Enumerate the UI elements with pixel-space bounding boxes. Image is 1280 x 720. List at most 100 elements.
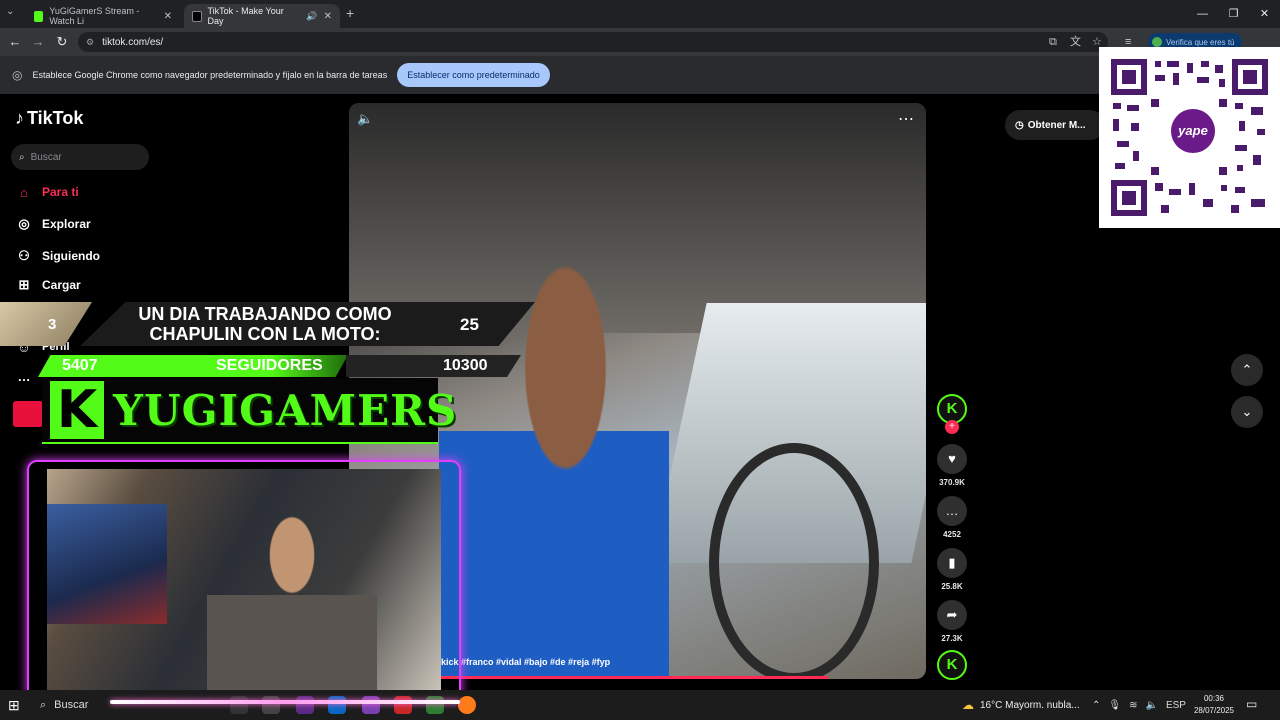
- follower-count: 5407: [62, 357, 98, 374]
- reload-icon[interactable]: ↻: [50, 28, 74, 56]
- forward-icon[interactable]: →: [26, 28, 50, 56]
- overlay-red-block: [13, 401, 43, 427]
- tab-search-icon[interactable]: ⌄: [6, 6, 14, 17]
- taskbar-weather[interactable]: ☁ 16°C Mayorm. nubla...: [962, 690, 1080, 720]
- overlay-rank: 3: [0, 302, 92, 346]
- share-count: 27.3K: [941, 634, 963, 643]
- music-disc[interactable]: K: [934, 650, 970, 680]
- tab-yugigamers[interactable]: YuGiGamerS Stream - Watch Li ✕: [26, 4, 180, 28]
- yape-logo: yape: [1171, 109, 1215, 153]
- maximize-icon[interactable]: ❐: [1218, 0, 1249, 28]
- nav-item-para-ti[interactable]: ⌂ Para ti: [16, 182, 79, 202]
- next-video-button[interactable]: ⌄: [1231, 396, 1263, 428]
- weather-text: 16°C Mayorm. nubla...: [980, 699, 1080, 711]
- previous-video-button[interactable]: ⌃: [1231, 354, 1263, 386]
- tab-tiktok[interactable]: TikTok - Make Your Day 🔊 ✕: [184, 4, 340, 28]
- set-default-button[interactable]: Establecer como predeterminado: [397, 63, 550, 87]
- follow-plus-icon[interactable]: +: [945, 420, 959, 434]
- like-count: 370.9K: [939, 478, 965, 487]
- search-placeholder: Buscar: [30, 151, 62, 163]
- chevron-down-icon: ⌄: [1241, 404, 1253, 419]
- firefox-icon[interactable]: [458, 696, 476, 714]
- more-options-icon[interactable]: ⋯: [898, 109, 914, 129]
- nav-item-cargar[interactable]: ⊞ Cargar: [16, 275, 81, 295]
- nav-item-explorar[interactable]: ◎ Explorar: [16, 214, 91, 234]
- chrome-icon: ◎: [12, 68, 23, 82]
- follower-label: SEGUIDORES: [216, 357, 323, 374]
- overlay-glow-line: [110, 700, 460, 704]
- nav-item-siguiendo[interactable]: ⚇ Siguiendo: [16, 246, 100, 266]
- minimize-icon[interactable]: —: [1187, 0, 1218, 28]
- taskbar-app-icon[interactable]: [262, 696, 280, 714]
- notification-icon[interactable]: ▭: [1246, 697, 1257, 711]
- back-icon[interactable]: ←: [3, 28, 27, 56]
- close-window-icon[interactable]: ✕: [1249, 0, 1280, 28]
- upload-icon: ⊞: [18, 277, 30, 292]
- taskbar-search-label: Buscar: [54, 699, 89, 711]
- tab-title: YuGiGamerS Stream - Watch Li: [49, 6, 140, 26]
- search-icon: ⌕: [40, 698, 47, 711]
- video-hashtags[interactable]: kick #franco #vidal #bajo #de #reja #fyp: [441, 657, 610, 667]
- clock-date: 28/07/2025: [1193, 706, 1235, 715]
- overlay-title: UN DIA TRABAJANDO COMO CHAPULIN CON LA M…: [138, 304, 392, 344]
- profile-avatar-icon: [1152, 37, 1162, 47]
- mic-icon[interactable]: 🎙: [1108, 700, 1121, 711]
- taskbar-search[interactable]: ⌕ Buscar: [34, 694, 184, 716]
- nav-item-more[interactable]: …: [16, 366, 32, 386]
- verify-label: Verifica que eres tú: [1166, 37, 1235, 47]
- comment-button[interactable]: … 4252: [934, 496, 970, 539]
- heart-icon: ♥: [937, 444, 967, 474]
- wifi-icon[interactable]: ≋: [1129, 700, 1137, 711]
- tab-title: TikTok - Make Your Day: [207, 6, 284, 26]
- browser-tab-bar: ⌄ YuGiGamerS Stream - Watch Li ✕ TikTok …: [0, 0, 1280, 28]
- following-icon: ⚇: [18, 248, 30, 263]
- taskbar-app-icon[interactable]: [328, 696, 346, 714]
- new-tab-icon[interactable]: +: [346, 5, 354, 21]
- get-app-button[interactable]: ◷ Obtener M...: [1005, 110, 1105, 140]
- logo-text: TikTok: [27, 108, 84, 128]
- like-button[interactable]: ♥ 370.9K: [934, 444, 970, 487]
- search-input[interactable]: ⌕ Buscar: [11, 144, 149, 170]
- taskbar-app-icon[interactable]: [230, 696, 248, 714]
- webcam-frame: [27, 460, 461, 700]
- nav-label: Siguiendo: [42, 249, 100, 263]
- overlay-title-value: 25: [460, 315, 479, 334]
- taskbar-app-icon[interactable]: [296, 696, 314, 714]
- weather-icon: ☁: [962, 698, 974, 712]
- tiktok-logo[interactable]: ♪ TikTok: [15, 108, 83, 129]
- site-info-icon[interactable]: ⚙: [86, 37, 94, 48]
- translate-icon[interactable]: 文: [1070, 28, 1081, 56]
- volume-icon[interactable]: 🔈: [1145, 700, 1157, 711]
- taskbar-clock[interactable]: 00:36 28/07/2025: [1192, 693, 1236, 717]
- chevron-up-icon[interactable]: ⌃: [1092, 700, 1100, 711]
- windows-start-icon[interactable]: ⊞: [8, 697, 20, 714]
- kick-favicon-icon: [34, 10, 44, 22]
- share-button[interactable]: ➦ 27.3K: [934, 600, 970, 643]
- default-browser-infobar: ◎ Establece Google Chrome como navegador…: [0, 56, 1280, 94]
- speaker-icon[interactable]: 🔊: [306, 11, 317, 22]
- language-indicator[interactable]: ESP: [1166, 700, 1186, 711]
- nav-label: Explorar: [42, 217, 91, 231]
- brand-name: YUGIGAMERS: [113, 386, 458, 435]
- cast-icon[interactable]: ⧉: [1049, 28, 1057, 56]
- taskbar-app-icon[interactable]: [362, 696, 380, 714]
- compass-icon: ◎: [18, 216, 30, 231]
- tiktok-note-icon: ♪: [15, 108, 24, 128]
- taskbar-app-icon[interactable]: [426, 696, 444, 714]
- system-tray: ⌃ 🎙 ≋ 🔈 ESP: [1092, 690, 1186, 720]
- close-tab-icon[interactable]: ✕: [324, 11, 332, 22]
- address-bar[interactable]: ⚙ tiktok.com/es/: [78, 32, 1108, 52]
- yape-qr-code: yape: [1099, 47, 1280, 228]
- nav-label: Cargar: [42, 278, 81, 292]
- close-tab-icon[interactable]: ✕: [164, 11, 172, 22]
- creator-avatar[interactable]: K +: [934, 394, 970, 434]
- volume-icon[interactable]: 🔈: [357, 111, 373, 127]
- share-icon: ➦: [937, 600, 967, 630]
- comment-count: 4252: [943, 530, 961, 539]
- save-button[interactable]: ▮ 25.8K: [934, 548, 970, 591]
- windows-taskbar: ⊞ ⌕ Buscar ☁ 16°C Mayorm. nubla... ⌃ 🎙 ≋…: [0, 690, 1280, 720]
- save-count: 25.8K: [941, 582, 963, 591]
- taskbar-app-icon[interactable]: [394, 696, 412, 714]
- more-icon: …: [17, 368, 31, 384]
- bookmark-icon: ▮: [937, 548, 967, 578]
